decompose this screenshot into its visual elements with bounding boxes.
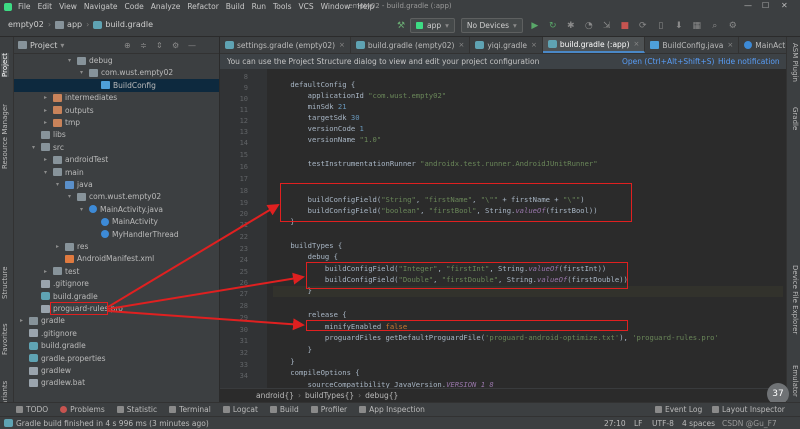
annotation-arrows	[0, 0, 800, 429]
arrow-to-defaultconfig	[108, 205, 278, 307]
arrow-to-debug	[108, 277, 303, 309]
arrow-to-minify	[108, 311, 303, 325]
